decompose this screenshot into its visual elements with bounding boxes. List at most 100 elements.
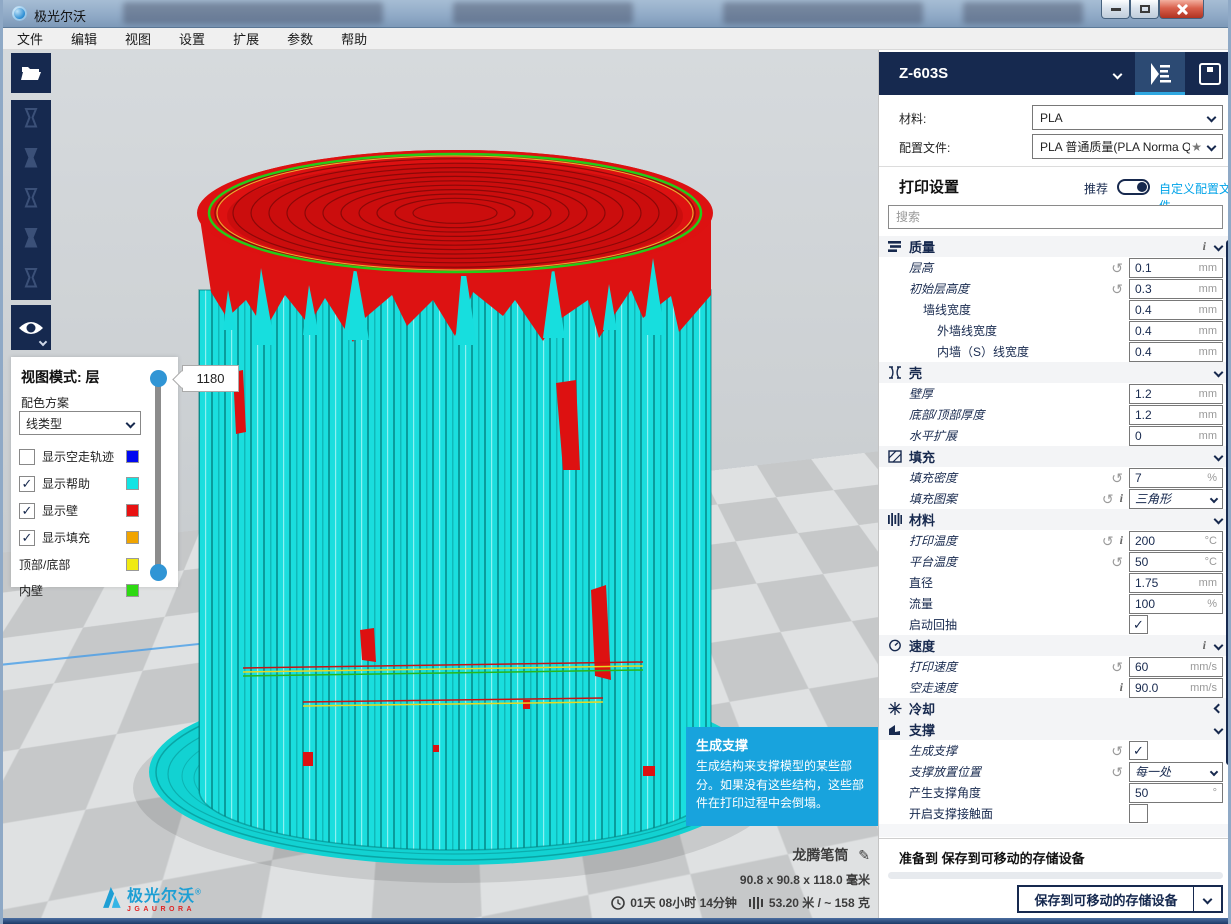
menu-item-3[interactable]: 设置 xyxy=(165,28,219,49)
section-label: 填充 xyxy=(909,447,935,466)
setting-value-input[interactable]: 50° xyxy=(1129,783,1223,803)
menu-item-1[interactable]: 编辑 xyxy=(57,28,111,49)
minimize-button[interactable] xyxy=(1101,0,1130,19)
setting-unit: mm xyxy=(1199,304,1217,316)
setting-value-input[interactable]: 50°C xyxy=(1129,552,1223,572)
section-header-support[interactable]: 支撑 xyxy=(879,719,1231,740)
3d-viewport[interactable]: 生成支撑 生成结构来支撑模型的某些部分。如果没有这些结构，这些部件在打印过程中会… xyxy=(3,50,878,918)
info-icon[interactable]: i xyxy=(1120,533,1123,548)
reset-icon[interactable]: ↺ xyxy=(1111,765,1123,779)
view-option-checkbox[interactable]: ✓ xyxy=(19,530,35,546)
print-settings-title: 打印设置 xyxy=(899,176,959,197)
section-header-cooling[interactable]: 冷却 xyxy=(879,698,1231,719)
setting-value-input[interactable]: 1.2mm xyxy=(1129,384,1223,404)
output-status: 准备到 保存到可移动的存储设备 xyxy=(899,848,1085,867)
setting-value-input[interactable]: 0.4mm xyxy=(1129,300,1223,320)
setting-value-input[interactable]: 0.1mm xyxy=(1129,258,1223,278)
setting-row: 初始层高度↺0.3mm xyxy=(879,278,1231,299)
reset-icon[interactable]: ↺ xyxy=(1111,261,1123,275)
recommended-custom-toggle[interactable] xyxy=(1117,179,1150,195)
reset-icon[interactable]: ↺ xyxy=(1111,471,1123,485)
tool-scale-button[interactable] xyxy=(11,140,51,180)
setting-value-input[interactable]: 1.2mm xyxy=(1129,405,1223,425)
setting-label: 填充密度 xyxy=(909,469,957,486)
view-option-row: ✓显示帮助 xyxy=(19,470,169,497)
model-info: 龙腾笔筒 ✎ 90.8 x 90.8 x 118.0 毫米 01天 08小时 1… xyxy=(611,845,870,911)
reset-icon[interactable]: ↺ xyxy=(1102,492,1114,506)
save-to-removable-button[interactable]: 保存到可移动的存储设备 xyxy=(1017,885,1195,913)
edit-name-icon[interactable]: ✎ xyxy=(858,847,870,863)
section-header-shell[interactable]: 壳 xyxy=(879,362,1231,383)
layer-slider-track[interactable] xyxy=(155,378,161,572)
setting-checkbox[interactable] xyxy=(1129,804,1148,823)
view-option-checkbox[interactable] xyxy=(19,449,35,465)
tooltip-body: 生成结构来支撑模型的某些部分。如果没有这些结构，这些部件在打印过程中会倒塌。 xyxy=(696,757,870,813)
setting-select[interactable]: 每一处 xyxy=(1129,762,1223,782)
setting-checkbox[interactable]: ✓ xyxy=(1129,615,1148,634)
setting-value-input[interactable]: 90.0mm/s xyxy=(1129,678,1223,698)
section-header-speed[interactable]: 速度i xyxy=(879,635,1231,656)
reset-icon[interactable]: ↺ xyxy=(1111,282,1123,296)
menu-item-5[interactable]: 参数 xyxy=(273,28,327,49)
setting-select[interactable]: 三角形 xyxy=(1129,489,1223,509)
info-icon[interactable]: i xyxy=(1120,680,1123,695)
setting-value-input[interactable]: 200°C xyxy=(1129,531,1223,551)
tab-print-setup[interactable] xyxy=(1135,52,1185,95)
setting-value-input[interactable]: 0.4mm xyxy=(1129,342,1223,362)
save-options-dropdown[interactable] xyxy=(1194,885,1223,913)
info-icon[interactable]: i xyxy=(1203,638,1206,653)
speed-icon xyxy=(888,639,903,652)
settings-search-input[interactable] xyxy=(888,205,1223,229)
menu-item-0[interactable]: 文件 xyxy=(3,28,57,49)
setting-label: 支撑放置位置 xyxy=(909,763,981,780)
menu-item-6[interactable]: 帮助 xyxy=(327,28,381,49)
tool-per-model-settings-button[interactable] xyxy=(11,260,51,300)
setting-row: 产生支撑角度50° xyxy=(879,782,1231,803)
scrollbar-thumb[interactable] xyxy=(1226,240,1231,765)
support-icon xyxy=(888,723,903,736)
setting-value-input[interactable]: 60mm/s xyxy=(1129,657,1223,677)
setting-value-input[interactable]: 1.75mm xyxy=(1129,573,1223,593)
layer-slider-bottom-handle[interactable] xyxy=(150,564,167,581)
reset-icon[interactable]: ↺ xyxy=(1111,555,1123,569)
setting-value-input[interactable]: 100% xyxy=(1129,594,1223,614)
menu-item-4[interactable]: 扩展 xyxy=(219,28,273,49)
material-icon xyxy=(888,513,903,526)
reset-icon[interactable]: ↺ xyxy=(1111,660,1123,674)
tool-mirror-button[interactable] xyxy=(11,220,51,260)
info-icon[interactable]: i xyxy=(1120,491,1123,506)
setting-value-input[interactable]: 0.4mm xyxy=(1129,321,1223,341)
layer-slider-top-handle[interactable] xyxy=(150,370,167,387)
view-option-checkbox[interactable]: ✓ xyxy=(19,476,35,492)
setting-value-input[interactable]: 0.3mm xyxy=(1129,279,1223,299)
menu-item-2[interactable]: 视图 xyxy=(111,28,165,49)
section-header-material[interactable]: 材料 xyxy=(879,509,1231,530)
color-scheme-select[interactable]: 线类型 xyxy=(19,411,141,435)
reset-icon[interactable]: ↺ xyxy=(1102,534,1114,548)
open-file-button[interactable] xyxy=(11,53,51,93)
tool-rotate-button[interactable] xyxy=(11,180,51,220)
setting-checkbox[interactable]: ✓ xyxy=(1129,741,1148,760)
view-option-checkbox[interactable]: ✓ xyxy=(19,503,35,519)
setting-value-input[interactable]: 7% xyxy=(1129,468,1223,488)
section-label: 冷却 xyxy=(909,699,935,718)
setting-row: 流量100% xyxy=(879,593,1231,614)
profile-dropdown[interactable]: PLA 普通质量(PLA Norma Qua ★ xyxy=(1032,134,1223,159)
tool-move-button[interactable] xyxy=(11,100,51,140)
reset-icon[interactable]: ↺ xyxy=(1111,744,1123,758)
close-button[interactable] xyxy=(1159,0,1204,19)
tab-monitor[interactable] xyxy=(1185,52,1231,95)
info-icon[interactable]: i xyxy=(1203,239,1206,254)
setting-unit: ° xyxy=(1213,787,1217,799)
section-header-infill[interactable]: 填充 xyxy=(879,446,1231,467)
section-label: 壳 xyxy=(909,363,922,382)
material-label: 材料: xyxy=(899,110,926,127)
output-footer: 准备到 保存到可移动的存储设备 保存到可移动的存储设备 xyxy=(879,838,1231,918)
chevron-down-icon xyxy=(126,418,136,428)
material-dropdown[interactable]: PLA xyxy=(1032,105,1223,130)
view-mode-button[interactable] xyxy=(11,305,51,350)
section-header-quality[interactable]: 质量i xyxy=(879,236,1231,257)
machine-selector-bar[interactable]: Z-603S xyxy=(879,52,1231,95)
maximize-button[interactable] xyxy=(1130,0,1159,19)
setting-value-input[interactable]: 0mm xyxy=(1129,426,1223,446)
